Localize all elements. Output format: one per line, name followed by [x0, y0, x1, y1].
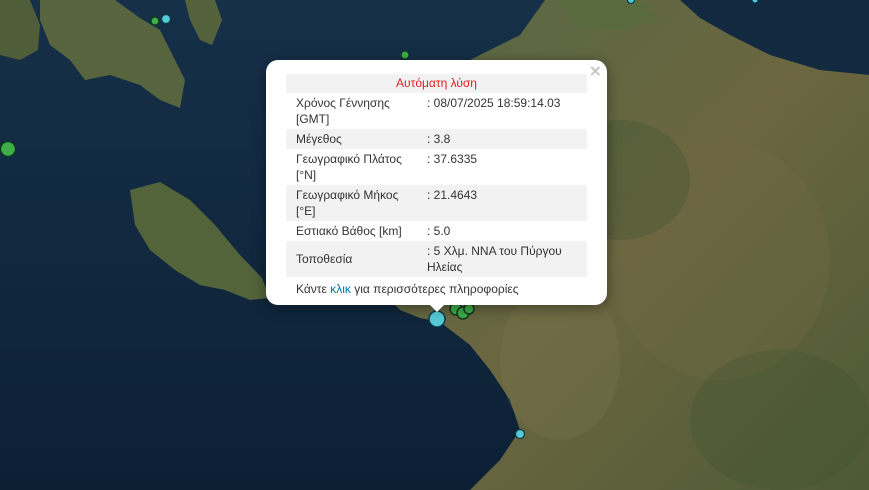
row-label: Εστιακό Βάθος [km]	[296, 224, 402, 238]
row-label: Γεωγραφικό Μήκος [°E]	[296, 188, 399, 218]
row-label: Τοποθεσία	[296, 252, 353, 266]
row-value: : 21.4643	[427, 188, 478, 202]
close-icon[interactable]: ×	[589, 63, 602, 79]
footer-suffix: για περισσότερες πληροφορίες	[350, 282, 519, 296]
row-label: Χρόνος Γέννησης [GMT]	[296, 96, 390, 126]
row-longitude: Γεωγραφικό Μήκος [°E] : 21.4643	[286, 185, 587, 221]
row-magnitude: Μέγεθος : 3.8	[286, 129, 587, 149]
row-value: : 3.8	[427, 132, 451, 146]
row-origin-time: Χρόνος Γέννησης [GMT] : 08/07/2025 18:59…	[286, 93, 587, 129]
row-depth: Εστιακό Βάθος [km] : 5.0	[286, 221, 587, 241]
earthquake-marker[interactable]	[463, 303, 475, 315]
row-latitude: Γεωγραφικό Πλάτος [°N] : 37.6335	[286, 149, 587, 185]
row-value: : 5 Χλμ. ΝΝΑ του Πύργου Ηλείας	[427, 244, 562, 274]
popup-title: Αυτόματη λύση	[286, 74, 587, 93]
more-info-link[interactable]: κλικ	[330, 282, 351, 296]
earthquake-marker[interactable]	[751, 0, 759, 4]
popup-content: Αυτόματη λύση Χρόνος Γέννησης [GMT] : 08…	[286, 74, 587, 297]
popup-footer: Κάντε κλικ για περισσότερες πληροφορίες	[286, 277, 587, 297]
row-label: Γεωγραφικό Πλάτος [°N]	[296, 152, 402, 182]
row-label: Μέγεθος	[296, 132, 342, 146]
popup-tip	[428, 303, 446, 312]
earthquake-marker[interactable]	[160, 13, 172, 25]
earthquake-marker[interactable]	[0, 140, 17, 158]
earthquake-marker-selected[interactable]	[428, 310, 446, 328]
mountain-texture	[690, 350, 869, 490]
row-location: Τοποθεσία : 5 Χλμ. ΝΝΑ του Πύργου Ηλείας	[286, 241, 587, 277]
earthquake-marker[interactable]	[626, 0, 636, 5]
row-value: : 08/07/2025 18:59:14.03	[427, 96, 561, 110]
earthquake-marker[interactable]	[514, 428, 526, 440]
footer-prefix: Κάντε	[296, 282, 331, 296]
earthquake-marker[interactable]	[400, 50, 410, 60]
earthquake-marker[interactable]	[150, 16, 160, 26]
row-value: : 5.0	[427, 224, 451, 238]
row-value: : 37.6335	[427, 152, 478, 166]
earthquake-popup: × Αυτόματη λύση Χρόνος Γέννησης [GMT] : …	[266, 60, 607, 312]
